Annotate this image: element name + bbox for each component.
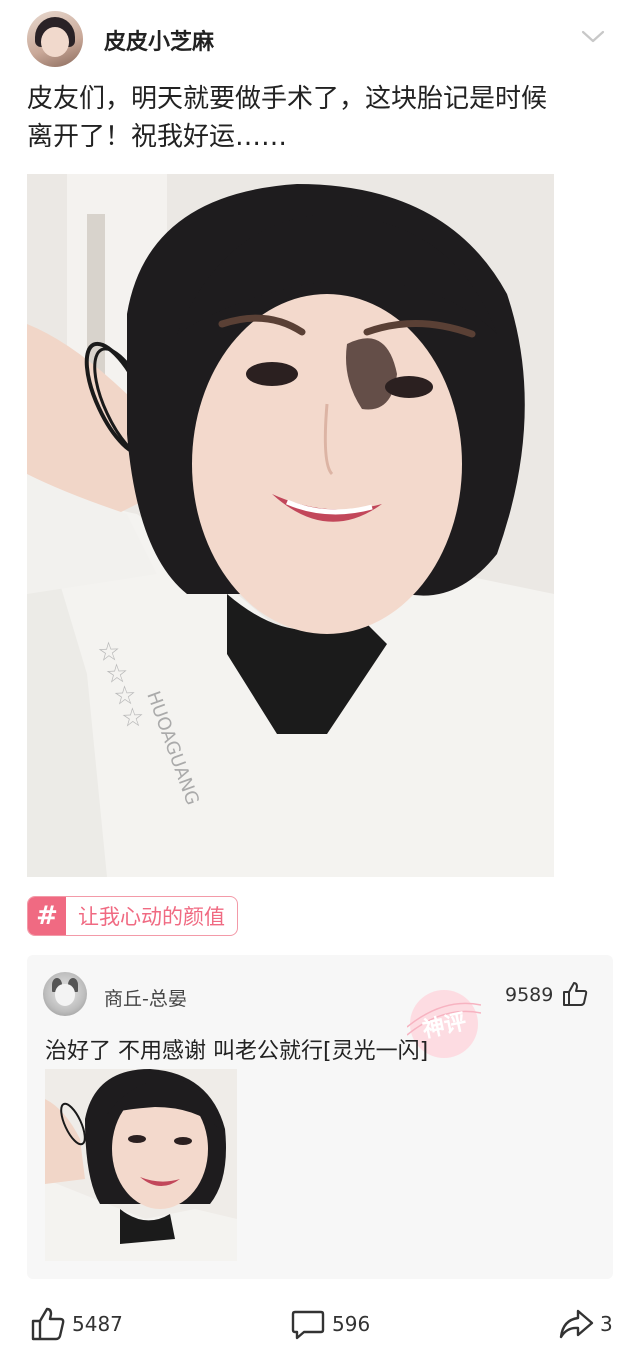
post-body: 皮友们，明天就要做手术了，这块胎记是时候 离开了！祝我好运…… [27, 80, 617, 156]
author-name[interactable]: 皮皮小芝麻 [104, 24, 214, 56]
chevron-down-icon[interactable] [580, 26, 606, 46]
hashtag-chip[interactable]: # 让我心动的颜值 [27, 896, 238, 936]
thumbs-up-icon[interactable] [561, 980, 589, 1008]
share-arrow-icon [559, 1309, 594, 1339]
author-avatar[interactable] [27, 11, 83, 67]
hash-icon: # [28, 897, 66, 935]
comment-text: 治好了 不用感谢 叫老公就行[灵光一闪] [45, 1039, 429, 1064]
post-text-line-1: 皮友们，明天就要做手术了，这块胎记是时候 [27, 84, 548, 114]
post-photo[interactable]: ☆☆☆☆ HUOAGUANG [27, 174, 554, 877]
hashtag-label: 让我心动的颜值 [78, 905, 225, 929]
comment-selfie-illustration [45, 1069, 237, 1261]
commenter-avatar[interactable] [43, 972, 87, 1016]
top-comment-card[interactable]: 商丘-总晏 神评 9589 治好了 不用感谢 叫老公就行[灵光一闪] [27, 955, 613, 1279]
thumbs-up-icon [31, 1307, 65, 1341]
comment-photo[interactable] [45, 1069, 237, 1261]
post-action-bar: 5487 596 3 [0, 1300, 640, 1355]
post-header: 皮皮小芝麻 [0, 0, 640, 78]
comment-count: 596 [332, 1312, 371, 1336]
selfie-illustration: ☆☆☆☆ HUOAGUANG [27, 174, 554, 877]
share-count: 3 [600, 1312, 613, 1336]
commenter-name[interactable]: 商丘-总晏 [104, 984, 187, 1011]
like-count: 5487 [72, 1312, 123, 1336]
comment-button[interactable]: 596 [290, 1306, 370, 1342]
share-button[interactable]: 3 [558, 1306, 613, 1342]
comment-bubble-icon [291, 1310, 325, 1340]
post-text-line-2: 离开了！祝我好运…… [27, 122, 288, 152]
like-button[interactable]: 5487 [30, 1306, 123, 1342]
comment-like-count: 9589 [505, 984, 554, 1006]
